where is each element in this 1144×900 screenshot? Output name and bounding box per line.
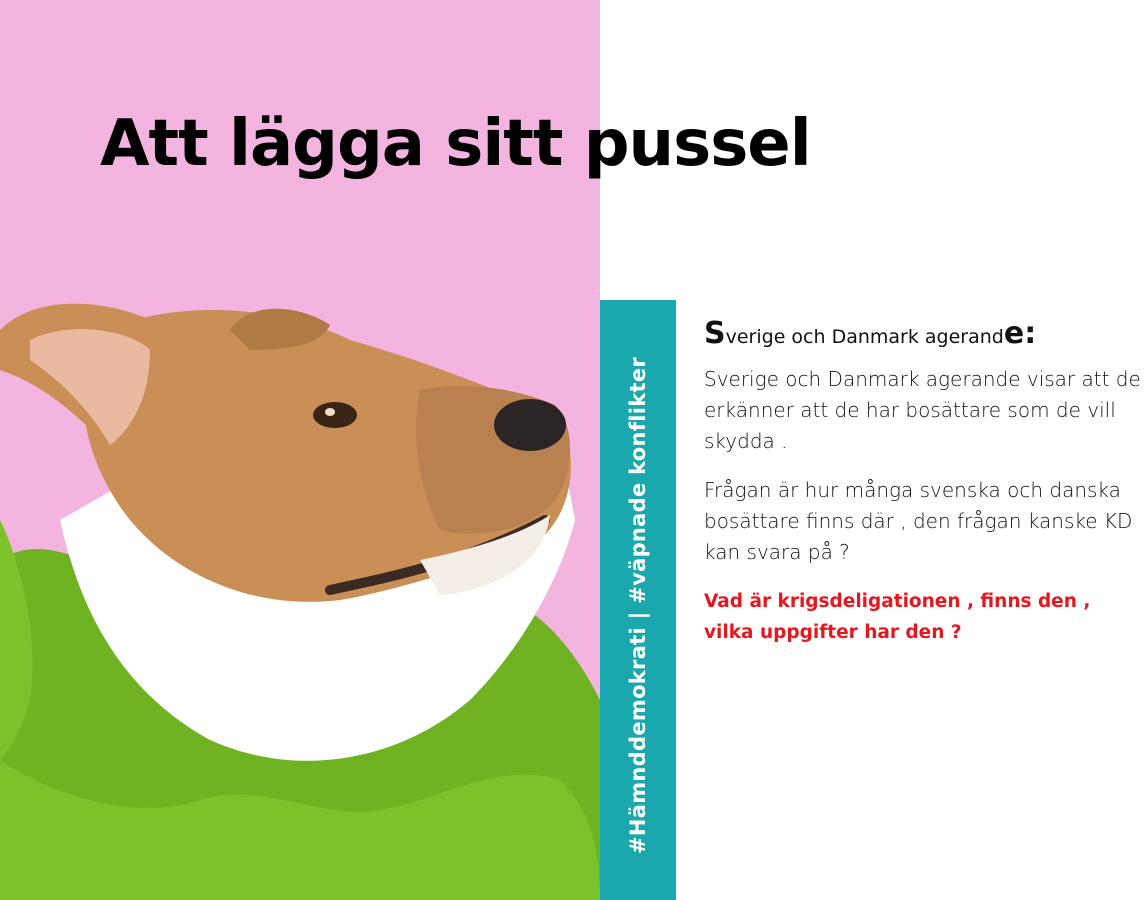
heading-last-letter: e: — [1003, 316, 1037, 351]
page-title: Att lägga sitt pussel — [100, 107, 812, 181]
paragraph-1: Sverige och Danmark agerande visar att d… — [704, 367, 1141, 453]
paragraph-2: Frågan är hur många svenska och danska b… — [704, 478, 1133, 564]
article-heading: Sverige och Danmark agerande: — [704, 316, 1142, 352]
hashtag-text: #Hämnddemokrati | #väpnade konflikter — [626, 356, 650, 854]
article-content: Sverige och Danmark agerande: Sverige oc… — [704, 316, 1142, 648]
heading-first-letter: S — [704, 316, 726, 351]
heading-middle: verige och Danmark agerand — [725, 326, 1004, 348]
hashtag-bar: #Hämnddemokrati | #väpnade konflikter — [600, 300, 676, 900]
highlight-question: Vad är krigsdeligationen , finns den , v… — [704, 591, 1091, 643]
